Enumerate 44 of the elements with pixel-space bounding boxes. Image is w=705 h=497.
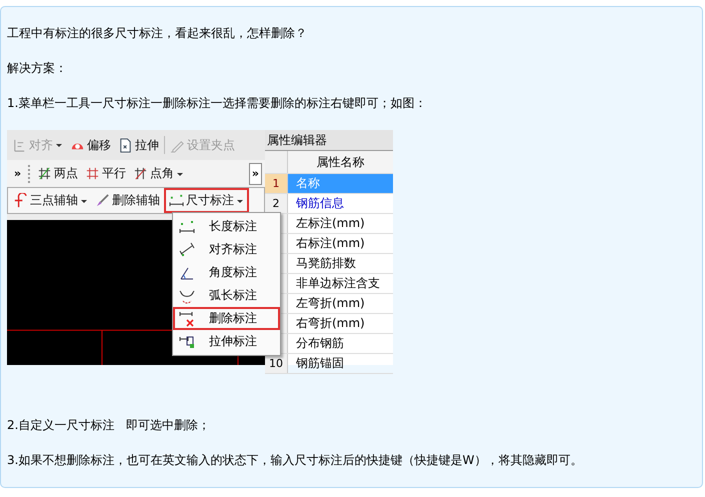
table-row[interactable]: 2 钢筋信息 [265,194,393,214]
toolbar-button[interactable]: 偏移 [68,136,113,154]
overflow-button[interactable]: » [248,162,262,184]
solution-heading: 解决方案： [7,60,68,77]
toolbar-button[interactable]: 点角 [131,164,186,183]
table-cell-text: 钢筋锚固 [295,355,345,372]
table-cell-text: 钢筋信息 [295,195,345,212]
table-cell-text: 左弯折(mm) [295,295,366,312]
table-cell-text: 非单边标注含支 [295,275,381,292]
toolbar-button[interactable]: 拉伸 [116,136,161,154]
panel-title: 属性编辑器 [265,130,393,151]
document-icon [118,138,133,152]
table-cell-text: 左标注(mm) [295,215,366,232]
dimension-icon [179,218,195,234]
crossed-lines-icon [37,166,52,181]
table-cell-text: 分布钢筋 [295,335,345,352]
step-text: 2.自定义一尺寸标注 即可选中删除； [7,417,211,434]
row-number: 2 [265,194,288,213]
question-text: 工程中有标注的很多尺寸标注，看起来很乱，怎样删除？ [7,25,308,42]
table-cell-text: 右弯折(mm) [295,315,366,332]
table-row[interactable]: 10 钢筋锚固 [265,354,393,374]
column-header: 属性名称 [316,154,366,171]
angle-lines-icon [133,166,148,181]
row-number: 1 [265,174,288,193]
step-text: 3.如果不想删除标注，也可在英文输入的状态下，输入尺寸标注后的快捷键（快捷键是W），将其隐藏即可。 [7,452,584,469]
row-number: 10 [265,354,288,373]
toolbar-button[interactable]: 尺寸标注 [165,189,248,212]
table-cell-text: 右标注(mm) [295,235,366,252]
step-text: 1.菜单栏一工具一尺寸标注一删除标注一选择需要删除的标注右键即可；如图： [7,95,428,112]
toolbar-button[interactable]: 平行 [83,164,128,183]
grid-lines-icon [85,166,100,181]
dimension-icon [169,193,184,208]
brush-icon [95,193,110,208]
dimension-delete-icon [179,310,195,326]
table-cell: 名称 [288,174,393,193]
aligned-dimension-icon [179,242,195,258]
dimension-stretch-icon [179,334,195,350]
toolbar-button[interactable]: 删除辅轴 [93,191,162,210]
table-row[interactable]: 1 名称 [265,174,393,194]
align-icon [12,138,27,152]
toolbar-button[interactable]: 三点辅轴 [11,191,90,210]
table-cell-text: 马凳筋排数 [295,255,357,272]
toolbar-button[interactable]: 两点 [35,164,80,183]
overflow-button[interactable]: » [10,167,26,180]
